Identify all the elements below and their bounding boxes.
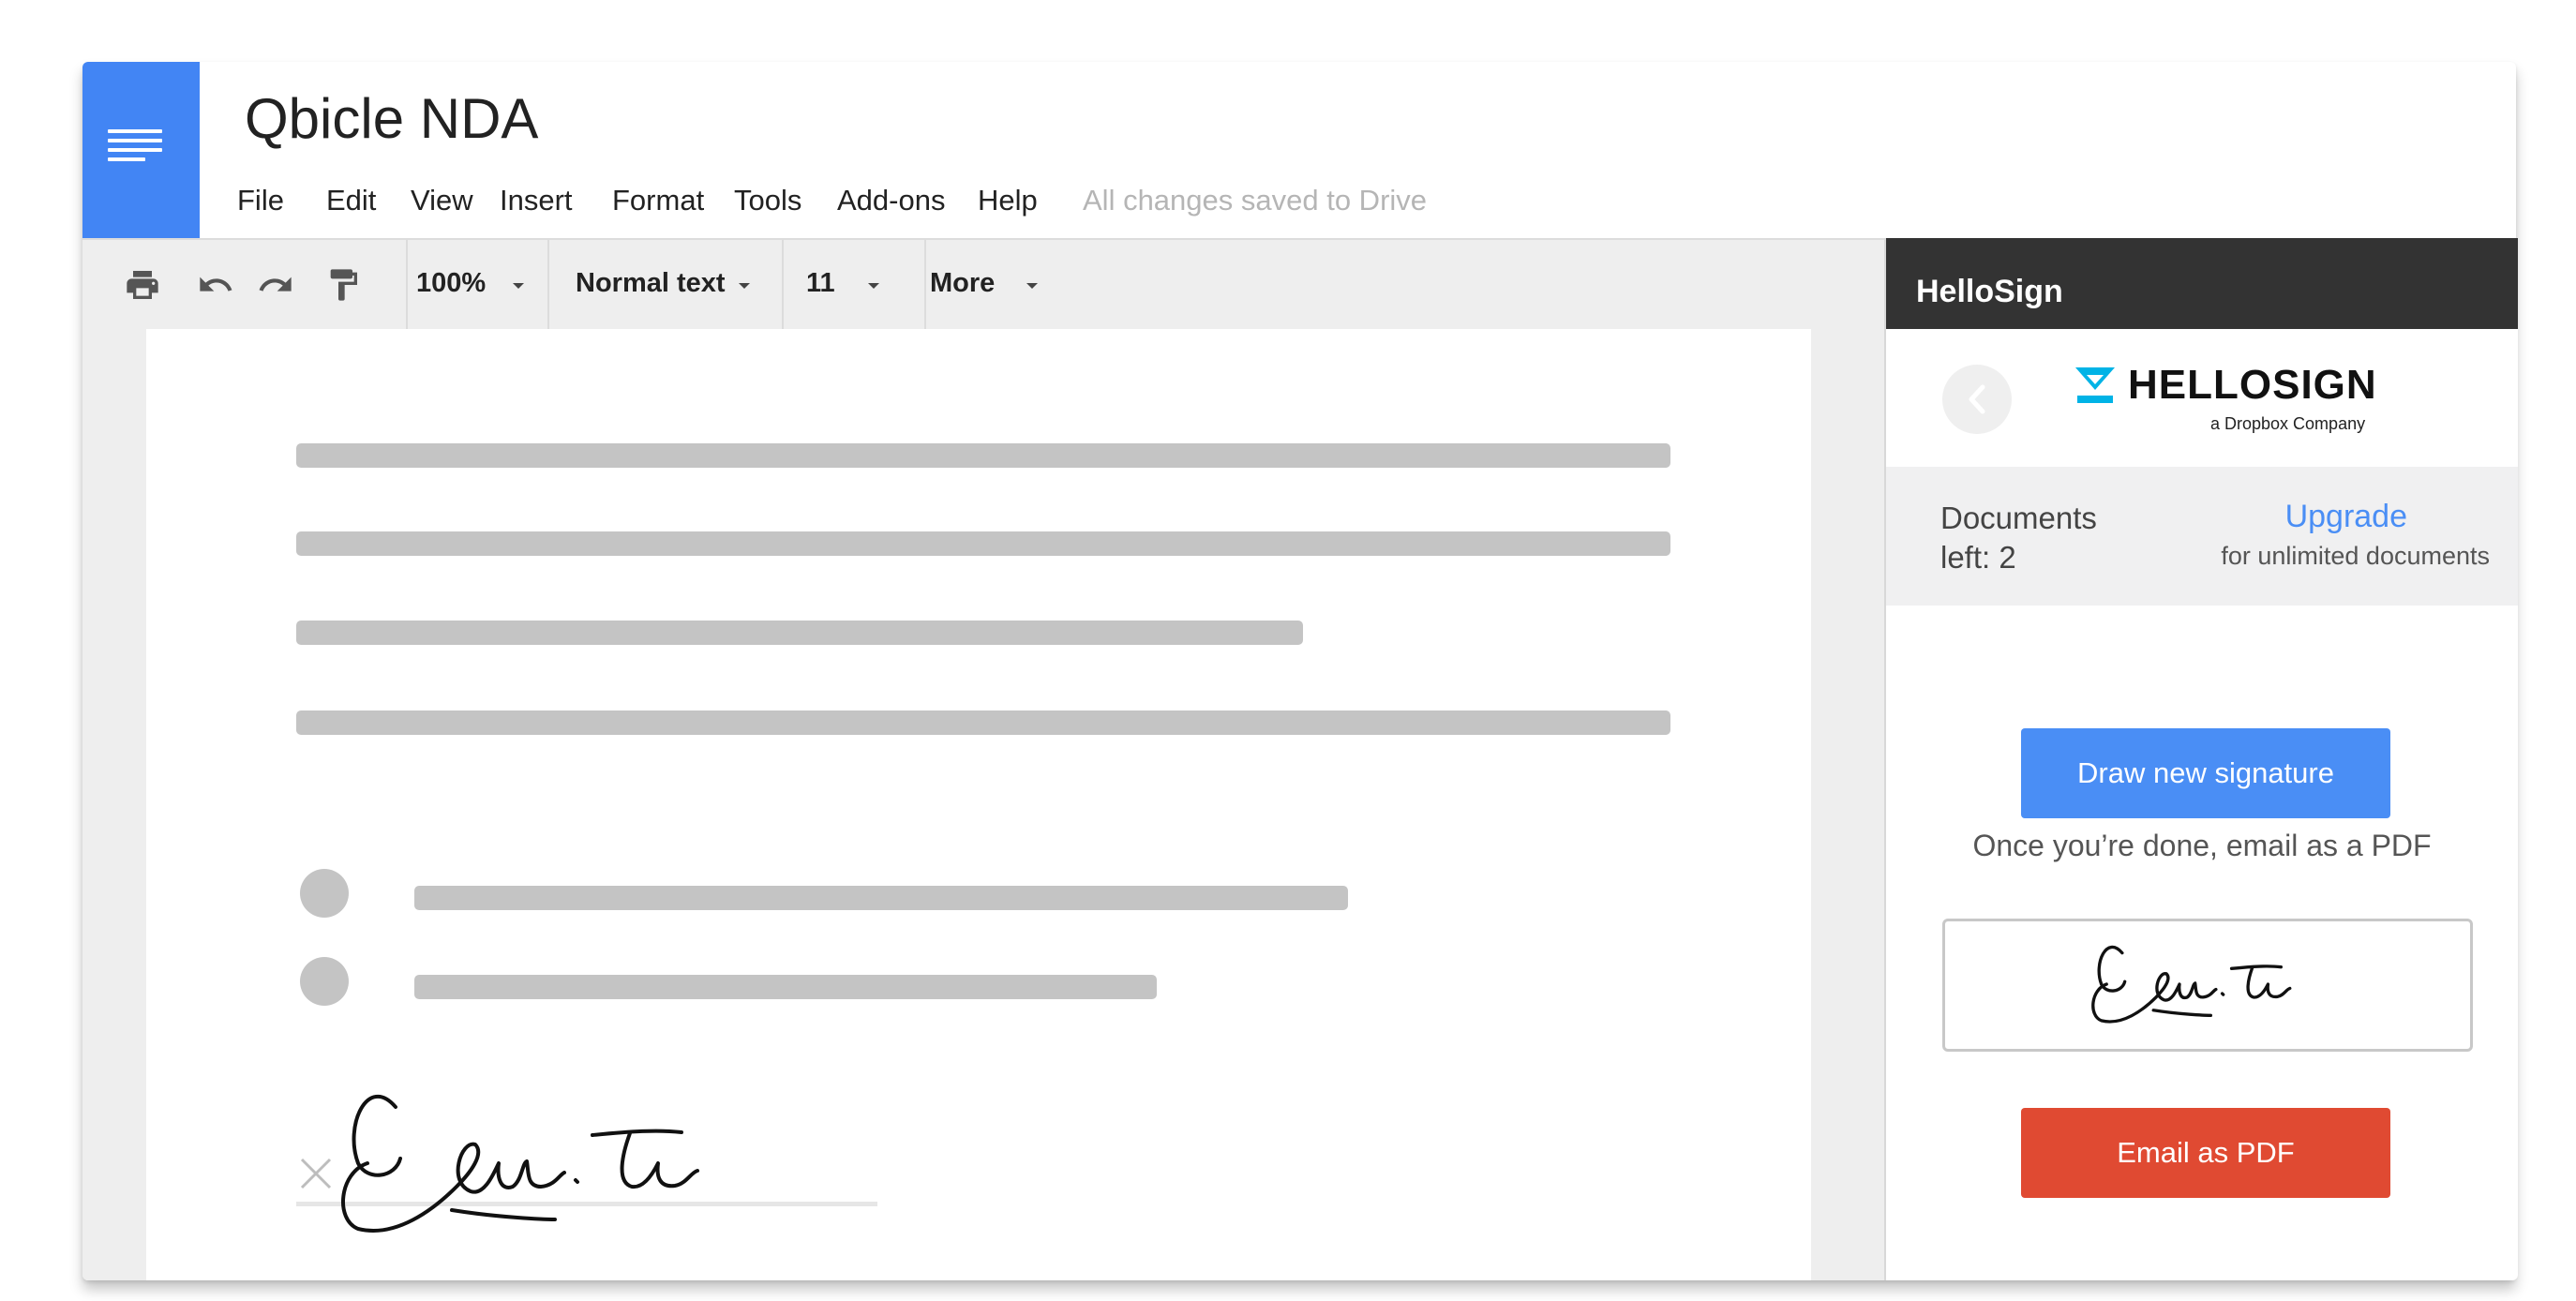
signature-image[interactable] — [330, 1069, 752, 1257]
list-item-placeholder — [414, 975, 1157, 999]
email-pdf-button[interactable]: Email as PDF — [2021, 1108, 2390, 1198]
upgrade-subtext: for unlimited documents — [2221, 542, 2490, 570]
font-size-select[interactable]: 11 — [806, 268, 835, 299]
paint-format-icon[interactable] — [324, 266, 362, 304]
close-icon[interactable] — [298, 1156, 334, 1191]
back-button[interactable] — [1942, 365, 2012, 434]
menu-help[interactable]: Help — [978, 184, 1038, 217]
menu-tools[interactable]: Tools — [734, 184, 801, 217]
list-item-placeholder — [414, 886, 1348, 910]
documents-left-box: Documents left: 2 Upgrade for unlimited … — [1886, 467, 2518, 606]
panel-title: HelloSign — [1916, 274, 2063, 309]
toolbar-separator — [924, 240, 926, 329]
text-line-placeholder — [296, 531, 1670, 556]
menu-add-ons[interactable]: Add-ons — [837, 184, 945, 217]
more-button[interactable]: More — [930, 268, 995, 299]
save-status: All changes saved to Drive — [1083, 184, 1428, 217]
toolbar-separator — [406, 240, 408, 329]
toolbar-separator — [547, 240, 549, 329]
document-page[interactable] — [146, 329, 1811, 1280]
chevron-left-icon — [1969, 384, 1985, 414]
text-line-placeholder — [296, 443, 1670, 468]
logo-subtext: a Dropbox Company — [2210, 414, 2366, 433]
logo-wordmark: HELLOSIGN — [2128, 362, 2377, 408]
dropdown-caret-icon[interactable] — [513, 283, 524, 289]
documents-left-count: left: 2 — [1940, 540, 2016, 575]
documents-left-label: Documents — [1940, 501, 2097, 535]
zoom-select[interactable]: 100% — [416, 268, 486, 299]
bullet-point — [300, 869, 349, 918]
docs-logo-icon[interactable] — [82, 62, 200, 240]
document-title[interactable]: Qbicle NDA — [245, 86, 538, 151]
instruction-text: Once you’re done, email as a PDF — [1972, 829, 2432, 862]
toolbar-separator — [782, 240, 784, 329]
menu-format[interactable]: Format — [612, 184, 704, 217]
menu-view[interactable]: View — [411, 184, 473, 217]
dropdown-caret-icon[interactable] — [1026, 283, 1038, 289]
redo-icon[interactable] — [257, 266, 294, 304]
upgrade-link[interactable]: Upgrade — [2285, 499, 2407, 535]
menu-file[interactable]: File — [237, 184, 284, 217]
print-icon[interactable] — [124, 266, 161, 304]
text-line-placeholder — [296, 710, 1670, 735]
hellosign-logo-icon — [2075, 367, 2115, 403]
panel-header: HelloSign — [1886, 238, 2518, 329]
dropdown-caret-icon[interactable] — [739, 283, 750, 289]
menu-edit[interactable]: Edit — [326, 184, 376, 217]
style-select[interactable]: Normal text — [576, 268, 726, 299]
text-line-placeholder — [296, 621, 1303, 645]
app-window: Qbicle NDA File Edit View Insert Format … — [82, 62, 2518, 1280]
draw-signature-button[interactable]: Draw new signature — [2021, 728, 2390, 818]
bullet-point — [300, 957, 349, 1006]
document-canvas[interactable] — [82, 329, 1884, 1280]
undo-icon[interactable] — [197, 266, 234, 304]
toolbar: 100% Normal text 11 More — [82, 238, 1884, 331]
signature-image — [2091, 945, 2292, 1024]
dropdown-caret-icon[interactable] — [868, 283, 879, 289]
menu-insert[interactable]: Insert — [500, 184, 573, 217]
hellosign-logo: HELLOSIGN a Dropbox Company — [2074, 358, 2383, 433]
signature-preview[interactable] — [1942, 919, 2473, 1052]
hellosign-panel: HelloSign HELLOSIGN a Dropbox Company Do… — [1884, 238, 2518, 1280]
